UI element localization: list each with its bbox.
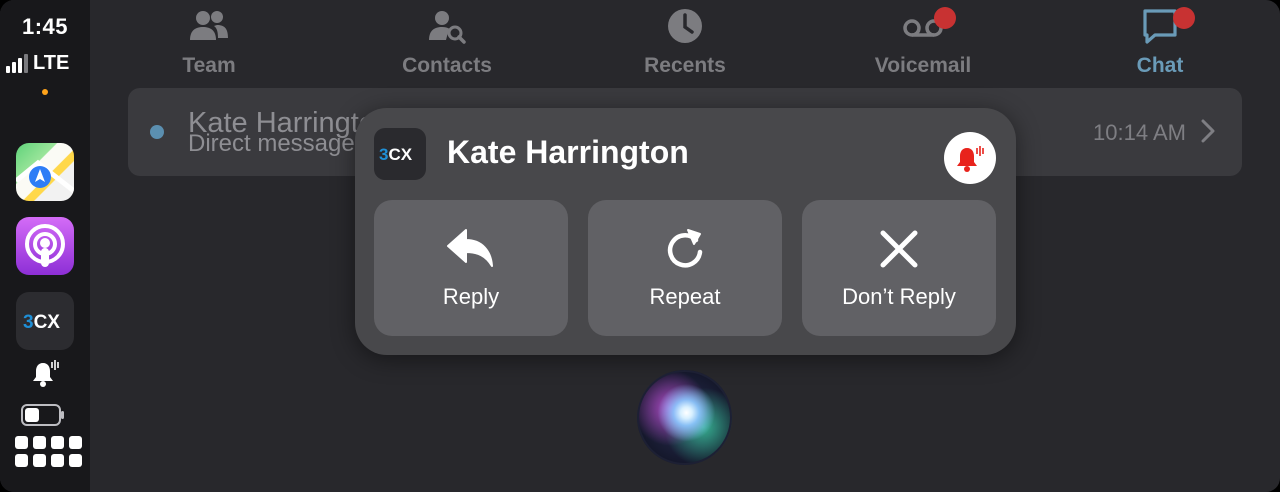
- tab-contacts[interactable]: Contacts: [357, 6, 537, 80]
- repeat-icon: [667, 229, 703, 268]
- announce-notifications-icon[interactable]: [30, 358, 60, 388]
- signal-bars-icon: [6, 53, 28, 73]
- tab-recents[interactable]: Recents: [595, 6, 775, 80]
- threecx-logo-3: 3CX: [23, 312, 60, 332]
- tab-voicemail[interactable]: Voicemail: [833, 6, 1013, 80]
- tab-label: Recents: [644, 54, 726, 77]
- reply-button[interactable]: Reply: [374, 200, 568, 336]
- notification-sender: Kate Harrington: [447, 134, 689, 170]
- threecx-icon[interactable]: 3CX: [16, 292, 74, 350]
- tab-label: Team: [182, 54, 236, 77]
- carplay-dock: 1:45 LTE 3CX: [0, 0, 90, 492]
- contact-search-icon: [429, 11, 466, 44]
- siri-orb-icon[interactable]: [637, 370, 732, 465]
- network-type: LTE: [33, 51, 70, 74]
- status-time: 1:45: [21, 14, 69, 39]
- message-notification-card: 3CX Kate Harrington Reply Repeat Don’t R…: [355, 108, 1016, 355]
- carplay-screen: 1:45 LTE 3CX Team Contacts Recents Voice…: [0, 0, 1280, 492]
- tab-team[interactable]: Team: [119, 6, 299, 80]
- repeat-button[interactable]: Repeat: [588, 200, 782, 336]
- chevron-right-icon: [1201, 119, 1215, 143]
- tab-chat[interactable]: Chat: [1070, 6, 1250, 80]
- tab-label: Voicemail: [874, 54, 972, 77]
- battery-icon: [21, 404, 64, 426]
- people-icon: [190, 11, 228, 40]
- dont-reply-label: Don’t Reply: [842, 284, 956, 309]
- announce-bell-icon: [957, 146, 984, 172]
- announce-bell-button[interactable]: [944, 132, 996, 184]
- app-grid-icon[interactable]: [15, 436, 82, 470]
- threecx-app-icon: 3CX: [374, 128, 426, 180]
- card-app-logo: 3CX: [379, 145, 413, 164]
- unread-indicator: [150, 125, 164, 139]
- dont-reply-button[interactable]: Don’t Reply: [802, 200, 996, 336]
- reply-label: Reply: [442, 284, 500, 309]
- voicemail-badge: [934, 7, 956, 29]
- chat-subtitle: Direct message: [188, 130, 355, 157]
- reply-icon: [447, 229, 493, 267]
- signal-status: LTE: [4, 50, 90, 76]
- close-icon: [880, 230, 918, 268]
- chat-timestamp: 10:14 AM: [1093, 120, 1186, 145]
- microphone-indicator: [42, 89, 48, 95]
- clock-icon: [668, 9, 702, 43]
- tab-label: Chat: [1136, 54, 1184, 77]
- repeat-label: Repeat: [649, 284, 721, 309]
- tab-label: Contacts: [402, 54, 492, 77]
- maps-icon[interactable]: [16, 143, 74, 201]
- podcasts-icon[interactable]: [16, 217, 74, 275]
- chat-badge: [1173, 7, 1195, 29]
